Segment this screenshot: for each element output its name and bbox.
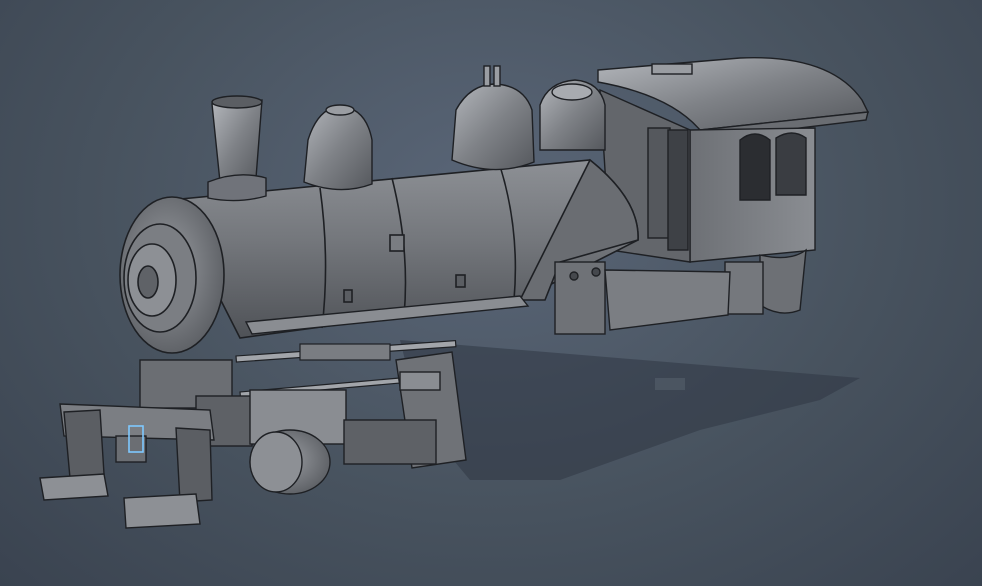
smokestack[interactable] xyxy=(207,95,267,202)
smokebox-front[interactable] xyxy=(119,196,225,354)
cab-step xyxy=(759,248,807,314)
roof-vent xyxy=(651,63,693,75)
ground-shadow xyxy=(400,340,860,480)
sand-dome[interactable] xyxy=(303,104,373,191)
safety-valve xyxy=(493,65,501,87)
whistle xyxy=(483,65,491,87)
smokebox-hinge xyxy=(137,265,159,299)
cab-front-window xyxy=(775,132,807,196)
ground-shadow-notch xyxy=(655,378,685,390)
cab-side-window xyxy=(739,133,771,201)
rear-dome[interactable] xyxy=(539,79,606,151)
pilot[interactable] xyxy=(39,403,215,529)
chassis-frame[interactable] xyxy=(554,261,731,335)
3d-viewport[interactable] xyxy=(0,0,982,586)
model-canvas[interactable] xyxy=(0,0,982,586)
cab-door xyxy=(647,127,671,239)
steam-dome[interactable] xyxy=(451,65,535,171)
